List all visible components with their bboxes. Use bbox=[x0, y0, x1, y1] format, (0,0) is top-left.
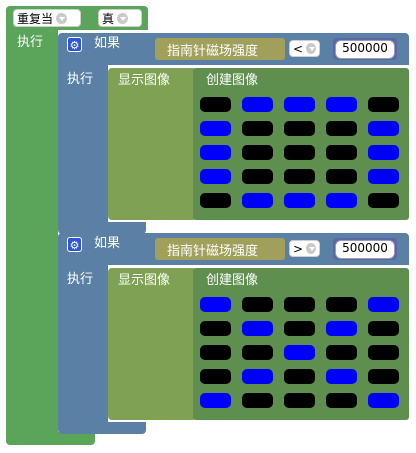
if-do-label: 执行 bbox=[67, 272, 94, 287]
chevron-down-icon bbox=[56, 12, 68, 24]
led-cell[interactable] bbox=[242, 297, 273, 312]
led-cell[interactable] bbox=[242, 121, 273, 136]
led-cell[interactable] bbox=[284, 169, 315, 184]
led-cell[interactable] bbox=[242, 97, 273, 112]
led-cell[interactable] bbox=[368, 169, 399, 184]
operator-value: > bbox=[293, 241, 304, 256]
led-cell[interactable] bbox=[200, 169, 231, 184]
chevron-down-icon bbox=[306, 43, 316, 54]
led-cell[interactable] bbox=[326, 169, 357, 184]
led-cell[interactable] bbox=[284, 145, 315, 160]
led-grid-1 bbox=[200, 97, 399, 208]
comparison-operator-dropdown[interactable]: > bbox=[289, 240, 320, 257]
led-cell[interactable] bbox=[326, 145, 357, 160]
led-cell[interactable] bbox=[368, 145, 399, 160]
gear-icon[interactable]: ⚙ bbox=[67, 37, 82, 52]
show-image-block-2[interactable] bbox=[108, 268, 197, 420]
show-image-label: 显示图像 bbox=[118, 73, 171, 88]
compass-strength-label: 指南针磁场强度 bbox=[167, 243, 259, 259]
led-cell[interactable] bbox=[326, 321, 357, 336]
led-cell[interactable] bbox=[368, 369, 399, 384]
led-cell[interactable] bbox=[284, 321, 315, 336]
if-block-2-footer bbox=[58, 422, 146, 434]
gear-icon[interactable]: ⚙ bbox=[67, 237, 82, 252]
led-cell[interactable] bbox=[284, 97, 315, 112]
repeat-while-body-arm bbox=[6, 28, 58, 435]
led-cell[interactable] bbox=[200, 393, 231, 408]
operator-value: < bbox=[293, 41, 304, 56]
compass-strength-block[interactable]: 指南针磁场强度 bbox=[155, 38, 285, 60]
led-cell[interactable] bbox=[284, 121, 315, 136]
led-cell[interactable] bbox=[200, 97, 231, 112]
led-cell[interactable] bbox=[284, 345, 315, 360]
led-cell[interactable] bbox=[326, 393, 357, 408]
led-cell[interactable] bbox=[242, 393, 273, 408]
repeat-do-label: 执行 bbox=[17, 35, 44, 50]
led-cell[interactable] bbox=[284, 297, 315, 312]
show-image-label: 显示图像 bbox=[118, 273, 171, 288]
led-cell[interactable] bbox=[368, 121, 399, 136]
if-do-label: 执行 bbox=[67, 72, 94, 87]
if-label: 如果 bbox=[94, 36, 121, 51]
chevron-down-icon bbox=[117, 12, 129, 24]
compass-strength-label: 指南针磁场强度 bbox=[167, 43, 259, 59]
led-cell[interactable] bbox=[242, 345, 273, 360]
show-image-block-1[interactable] bbox=[108, 68, 197, 220]
compass-strength-block[interactable]: 指南针磁场强度 bbox=[155, 238, 285, 260]
number-block: 500000 bbox=[333, 38, 397, 60]
led-cell[interactable] bbox=[242, 369, 273, 384]
led-cell[interactable] bbox=[326, 297, 357, 312]
led-cell[interactable] bbox=[368, 393, 399, 408]
repeat-mode-dropdown[interactable]: 重复当 bbox=[13, 9, 81, 27]
threshold-input[interactable]: 500000 bbox=[335, 40, 395, 59]
led-cell[interactable] bbox=[326, 121, 357, 136]
led-cell[interactable] bbox=[200, 297, 231, 312]
led-cell[interactable] bbox=[326, 193, 357, 208]
led-cell[interactable] bbox=[284, 369, 315, 384]
led-cell[interactable] bbox=[200, 121, 231, 136]
number-block: 500000 bbox=[333, 238, 397, 260]
led-cell[interactable] bbox=[368, 193, 399, 208]
create-image-label: 创建图像 bbox=[206, 73, 259, 88]
create-image-label: 创建图像 bbox=[206, 273, 259, 288]
threshold-input[interactable]: 500000 bbox=[335, 240, 395, 259]
led-cell[interactable] bbox=[200, 321, 231, 336]
led-cell[interactable] bbox=[242, 321, 273, 336]
led-cell[interactable] bbox=[200, 193, 231, 208]
led-cell[interactable] bbox=[200, 345, 231, 360]
led-cell[interactable] bbox=[368, 97, 399, 112]
repeat-condition-value: 真 bbox=[102, 11, 115, 26]
repeat-mode-label: 重复当 bbox=[17, 11, 54, 26]
led-cell[interactable] bbox=[326, 345, 357, 360]
led-cell[interactable] bbox=[326, 97, 357, 112]
led-cell[interactable] bbox=[242, 169, 273, 184]
led-cell[interactable] bbox=[200, 369, 231, 384]
led-cell[interactable] bbox=[326, 369, 357, 384]
led-cell[interactable] bbox=[284, 193, 315, 208]
led-grid-2 bbox=[200, 297, 399, 408]
comparison-operator-dropdown[interactable]: < bbox=[289, 40, 320, 57]
led-cell[interactable] bbox=[368, 297, 399, 312]
led-cell[interactable] bbox=[368, 345, 399, 360]
chevron-down-icon bbox=[306, 243, 316, 254]
led-cell[interactable] bbox=[368, 321, 399, 336]
led-cell[interactable] bbox=[284, 393, 315, 408]
led-cell[interactable] bbox=[200, 145, 231, 160]
repeat-condition-dropdown[interactable]: 真 bbox=[98, 9, 142, 27]
if-label: 如果 bbox=[94, 236, 121, 251]
led-cell[interactable] bbox=[242, 145, 273, 160]
led-cell[interactable] bbox=[242, 193, 273, 208]
